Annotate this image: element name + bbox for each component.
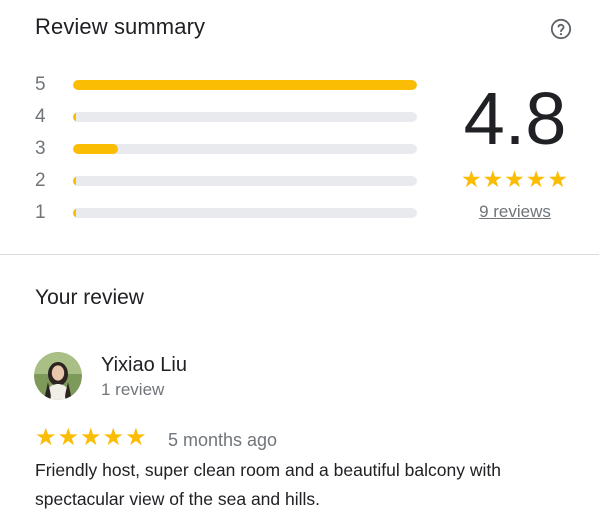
review-text: Friendly host, super clean room and a be…	[35, 460, 501, 509]
review-time: 5 months ago	[168, 430, 278, 450]
rating-bar-2: 2	[35, 170, 425, 191]
rating-bar-track	[73, 112, 417, 122]
rating-bar-label: 1	[35, 202, 46, 223]
rating-bar-label: 3	[35, 138, 46, 159]
rating-bar-1: 1	[35, 202, 425, 223]
rating-bar-track	[73, 208, 417, 218]
rating-bar-label: 2	[35, 170, 46, 191]
rating-bar-label: 4	[35, 106, 46, 127]
reviewer-review-count: 1 review	[101, 380, 165, 399]
review-stars: ★★★★★	[35, 424, 148, 451]
review-summary-title: Review summary	[35, 14, 206, 39]
rating-bar-track	[73, 176, 417, 186]
rating-bar-fill	[73, 80, 417, 90]
rating-bar-fill	[73, 144, 118, 154]
reviews-count-link[interactable]: 9 reviews	[455, 202, 575, 222]
rating-bar-3: 3	[35, 138, 425, 159]
rating-bar-5: 5	[35, 74, 425, 95]
rating-bar-label: 5	[35, 74, 46, 95]
rating-bar-track	[73, 80, 417, 90]
rating-bar-4: 4	[35, 106, 425, 127]
average-rating-stars: ★★★★★	[460, 166, 570, 192]
your-review-heading: Your review	[35, 286, 144, 309]
rating-bar-fill	[73, 112, 76, 122]
rating-bar-fill	[73, 176, 76, 186]
average-rating: 4.8	[463, 77, 567, 160]
rating-bar-fill	[73, 208, 76, 218]
rating-bar-track	[73, 144, 417, 154]
avatar[interactable]	[34, 352, 82, 400]
help-circle-icon[interactable]	[550, 18, 572, 40]
section-divider	[0, 254, 599, 255]
reviewer-name[interactable]: Yixiao Liu	[101, 354, 187, 377]
